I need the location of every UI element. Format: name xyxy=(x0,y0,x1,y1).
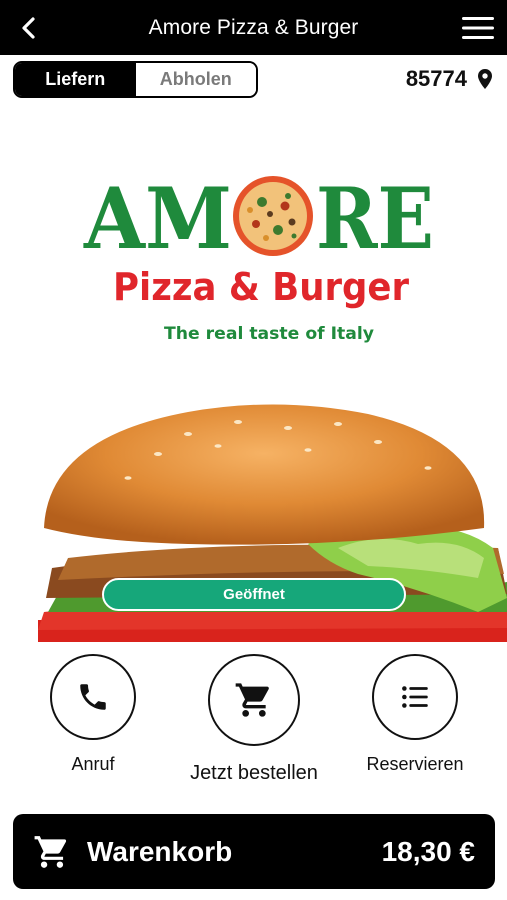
cart-label: Warenkorb xyxy=(87,835,233,867)
pizza-logo-icon xyxy=(233,176,313,256)
open-status-badge: Geöffnet xyxy=(102,578,406,611)
delivery-mode-toggle: Liefern Abholen xyxy=(13,61,258,98)
restaurant-logo: AM RE Pizza & Burger The real taste of I… xyxy=(83,172,434,344)
map-pin-icon xyxy=(478,69,492,89)
logo-wordmark-left: AM xyxy=(83,172,232,268)
logo-wordmark-right: RE xyxy=(316,172,434,268)
postcode-text: 85774 xyxy=(405,66,467,91)
list-icon xyxy=(402,686,428,708)
cart-button[interactable]: Warenkorb 18,30 € xyxy=(13,814,495,889)
shopping-cart-icon xyxy=(235,683,269,717)
cart-total: 18,30 € xyxy=(381,835,475,867)
app-header: Amore Pizza & Burger xyxy=(0,0,507,55)
shopping-cart-icon xyxy=(34,835,67,868)
call-action: Anruf xyxy=(50,654,136,775)
phone-icon xyxy=(80,684,106,710)
order-action: Jetzt bestellen xyxy=(190,654,318,785)
call-label: Anruf xyxy=(71,754,115,774)
order-now-button[interactable] xyxy=(208,654,300,746)
reserve-button[interactable] xyxy=(372,654,458,740)
reserve-label: Reservieren xyxy=(366,754,464,774)
logo-tagline: The real taste of Italy xyxy=(164,324,374,344)
page-title: Amore Pizza & Burger xyxy=(148,15,359,39)
hamburger-menu-icon[interactable] xyxy=(461,15,495,41)
location-selector[interactable]: 85774 xyxy=(406,64,493,94)
order-now-label: Jetzt bestellen xyxy=(190,762,318,784)
reserve-action: Reservieren xyxy=(366,654,464,775)
chevron-left-icon[interactable] xyxy=(16,14,42,42)
logo-subtitle: Pizza & Burger xyxy=(113,265,409,309)
pickup-option[interactable]: Abholen xyxy=(135,63,256,96)
delivery-option[interactable]: Liefern xyxy=(15,63,136,96)
call-button[interactable] xyxy=(50,654,136,740)
